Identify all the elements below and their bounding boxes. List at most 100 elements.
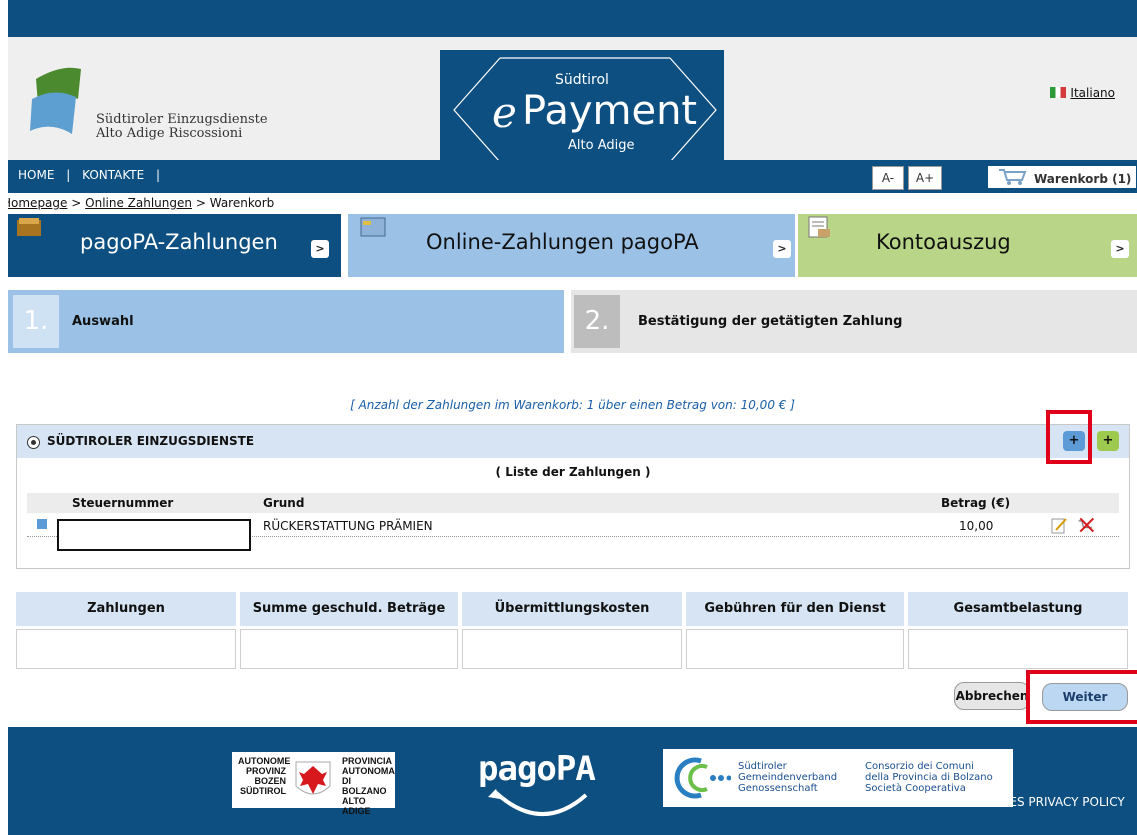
app-frame: Südtiroler Einzugsdienste Alto Adige Ris… (8, 0, 1137, 835)
epay-altoadige: Alto Adige (568, 138, 635, 153)
tab-pagopa-payments[interactable]: pagoPA-Zahlungen > (8, 214, 341, 277)
pagopa-logo[interactable]: pagoPA (478, 749, 596, 789)
nav-separator: | (156, 168, 161, 182)
totals-header: Übermittlungskosten (462, 592, 682, 626)
nav-home[interactable]: HOME (18, 168, 54, 182)
highlight-box (1046, 410, 1092, 464)
tab-label: Kontoauszug (876, 230, 1011, 254)
list-title: ( Liste der Zahlungen ) (495, 465, 651, 479)
breadcrumb-home[interactable]: Homepage (8, 196, 67, 210)
gvb-line: Società Cooperativa (865, 783, 966, 794)
totals-cell (240, 629, 458, 669)
step-number: 1. (13, 295, 59, 348)
tab-label: Online-Zahlungen pagoPA (426, 230, 699, 254)
province-line: AUTONOMA (342, 766, 395, 776)
breadcrumb-online[interactable]: Online Zahlungen (85, 196, 192, 210)
province-line: SÜDTIROL (240, 786, 286, 796)
cart-summary: [ Anzahl der Zahlungen im Warenkorb: 1 ü… (350, 398, 795, 412)
nav-separator: | (66, 168, 71, 182)
chevron-right-icon: > (311, 240, 329, 258)
table-header: Steuernummer Grund Betrag (€) (27, 493, 1119, 513)
breadcrumb-separator: > (195, 196, 206, 210)
panel-radio[interactable] (27, 436, 40, 449)
column-header: Betrag (€) (941, 496, 1011, 510)
org-name-it: Alto Adige Riscossioni (96, 126, 243, 141)
gemeindenverband-logo[interactable]: Südtiroler Gemeindenverband Genossenscha… (663, 749, 1013, 807)
nav-bar: HOME | KONTAKTE | A- A+ Warenkorb (1) (8, 160, 1137, 193)
step-label: Bestätigung der getätigten Zahlung (638, 314, 903, 329)
province-line: PROVINZ (245, 766, 286, 776)
epay-word: Payment (522, 88, 698, 134)
nav-contacts[interactable]: KONTAKTE (82, 168, 144, 182)
statement-icon (808, 216, 830, 238)
epay-e: e (492, 88, 517, 137)
eagle-crest-icon (295, 761, 331, 795)
province-logo[interactable]: AUTONOME PROVINZ BOZEN SÜDTIROL PROVINCI… (232, 752, 395, 816)
remove-from-cart-icon[interactable] (1077, 516, 1095, 534)
province-name-de: AUTONOME PROVINZ BOZEN SÜDTIROL (238, 756, 290, 796)
wallet-icon (17, 218, 41, 236)
add-item-button[interactable]: + (1097, 431, 1119, 451)
pagopa-arc-icon (488, 789, 588, 817)
cart-icon (999, 169, 1027, 185)
gvb-line: Consorzio dei Comuni (865, 761, 974, 772)
totals-header: Zahlungen (16, 592, 236, 626)
cancel-button[interactable]: Abbrechen (954, 682, 1030, 710)
breadcrumb-current: Warenkorb (209, 196, 275, 210)
payments-panel: SÜDTIROLER EINZUGSDIENSTE + + ( Liste de… (16, 424, 1130, 569)
privacy-policy-link[interactable]: KIES PRIVACY POLICY (998, 795, 1125, 809)
amount-cell: 10,00 (959, 519, 994, 533)
panel-title: SÜDTIROLER EINZUGSDIENSTE (47, 434, 255, 448)
sed-logo-icon[interactable] (26, 59, 86, 139)
font-larger-button[interactable]: A+ (908, 166, 942, 190)
card-icon (360, 217, 386, 237)
province-line: ALTO ADIGE (342, 796, 371, 816)
language-switch[interactable]: Italiano (1050, 86, 1115, 100)
totals-cell (686, 629, 904, 669)
totals-header: Summe geschuld. Beträge (240, 592, 458, 626)
breadcrumb: Homepage > Online Zahlungen > Warenkorb (8, 193, 1137, 214)
font-smaller-button[interactable]: A- (872, 166, 904, 190)
tab-online-payments[interactable]: Online-Zahlungen pagoPA > (348, 214, 795, 277)
tab-label: pagoPA-Zahlungen (80, 230, 278, 254)
province-line: DI BOLZANO (342, 776, 387, 796)
tab-account-statement[interactable]: Kontoauszug > (798, 214, 1137, 277)
totals-cell (462, 629, 682, 669)
gvb-name-de: Südtiroler Gemeindenverband Genossenscha… (738, 761, 837, 794)
edit-icon[interactable] (1050, 516, 1068, 534)
table-row: RÜCKERSTATTUNG PRÄMIEN 10,00 (27, 514, 1119, 551)
nav-links: HOME | KONTAKTE | (18, 168, 168, 182)
org-name-de: Südtiroler Einzugsdienste (96, 112, 268, 127)
step-number: 2. (574, 295, 620, 348)
gvb-name-it: Consorzio dei Comuni della Provincia di … (865, 761, 993, 794)
column-header: Steuernummer (72, 496, 174, 510)
totals-header: Gebühren für den Dienst (686, 592, 904, 626)
top-bar (8, 0, 1137, 37)
gvb-line: Südtiroler (738, 761, 787, 772)
step-selection: 1. Auswahl (8, 290, 564, 353)
breadcrumb-separator: > (71, 196, 82, 210)
province-line: BOZEN (254, 776, 287, 786)
service-tabs: pagoPA-Zahlungen > Online-Zahlungen pago… (8, 214, 1137, 277)
tax-number-cell (57, 519, 251, 551)
epay-suedtirol: Südtirol (555, 72, 609, 88)
step-confirmation: 2. Bestätigung der getätigten Zahlung (571, 290, 1137, 353)
chevron-right-icon: > (1111, 240, 1129, 258)
step-label: Auswahl (72, 314, 134, 329)
gvb-line: Gemeindenverband (738, 772, 838, 783)
chevron-right-icon: > (773, 240, 791, 258)
cart-button[interactable]: Warenkorb (1) (988, 166, 1136, 188)
reason-cell: RÜCKERSTATTUNG PRÄMIEN (263, 519, 433, 533)
column-header: Grund (263, 496, 305, 510)
org-name: Südtiroler Einzugsdienste Alto Adige Ris… (96, 113, 268, 141)
gvb-line: della Provincia di Bolzano (865, 772, 993, 783)
totals-header: Gesamtbelastung (908, 592, 1128, 626)
gvb-line: Genossenschaft (738, 783, 818, 794)
language-link[interactable]: Italiano (1070, 86, 1115, 100)
row-marker-icon (37, 519, 47, 529)
province-name-it: PROVINCIA AUTONOMA DI BOLZANO ALTO ADIGE (342, 756, 395, 816)
site-footer: AUTONOME PROVINZ BOZEN SÜDTIROL PROVINCI… (8, 727, 1137, 835)
panel-header: SÜDTIROLER EINZUGSDIENSTE + + (17, 425, 1129, 458)
epayment-logo[interactable]: Südtirol e Payment Alto Adige (440, 50, 724, 169)
site-header: Südtiroler Einzugsdienste Alto Adige Ris… (8, 37, 1137, 169)
